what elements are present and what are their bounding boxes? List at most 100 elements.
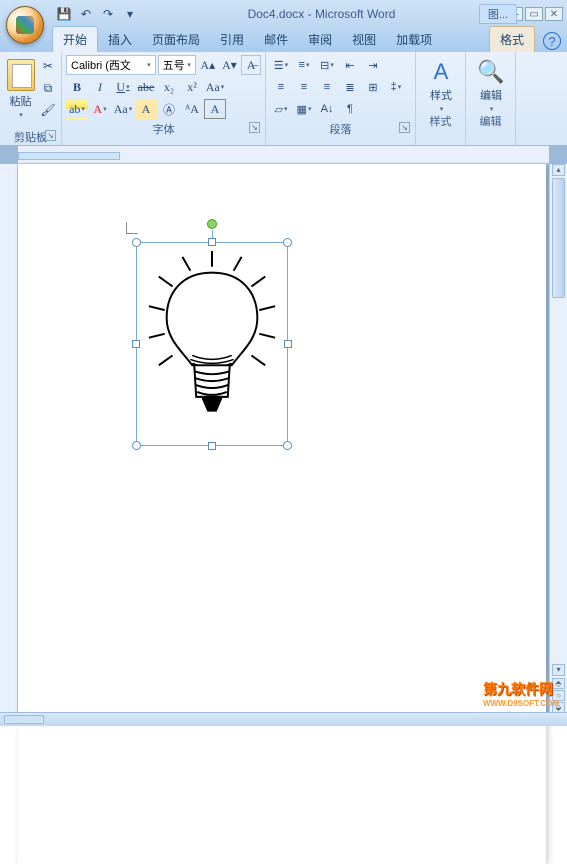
numbering-button[interactable]: ≡▾ bbox=[293, 55, 315, 75]
tab-references[interactable]: 引用 bbox=[210, 27, 254, 52]
close-button[interactable]: ✕ bbox=[545, 7, 563, 21]
resize-handle-n[interactable] bbox=[208, 238, 216, 246]
phonetic-guide-button[interactable]: ᴬA bbox=[181, 99, 203, 119]
find-icon: 🔍 bbox=[477, 59, 504, 85]
group-clipboard: 粘贴 ▾ ✂ ⧉ 🖌 剪贴板 ↘ bbox=[0, 52, 62, 145]
paste-dropdown-icon[interactable]: ▾ bbox=[19, 111, 23, 119]
office-button[interactable] bbox=[6, 6, 44, 44]
rotation-handle[interactable] bbox=[207, 219, 217, 229]
selected-image[interactable] bbox=[136, 242, 288, 446]
ribbon-tabs: 开始 插入 页面布局 引用 邮件 审阅 视图 加载项 格式 ? bbox=[0, 28, 567, 52]
clear-format-button[interactable]: A̶ bbox=[241, 55, 261, 75]
align-center-button[interactable]: ≡ bbox=[293, 77, 315, 97]
resize-handle-sw[interactable] bbox=[132, 441, 141, 450]
resize-handle-w[interactable] bbox=[132, 340, 140, 348]
tab-layout[interactable]: 页面布局 bbox=[142, 27, 210, 52]
char-shading-button[interactable]: A bbox=[135, 99, 157, 119]
grow-font-button[interactable]: A▴ bbox=[198, 55, 218, 75]
qat-more-icon[interactable]: ▾ bbox=[122, 6, 138, 22]
scroll-thumb[interactable] bbox=[552, 178, 565, 298]
prev-page-icon[interactable]: ⬘ bbox=[552, 678, 565, 689]
resize-handle-s[interactable] bbox=[208, 442, 216, 450]
status-bar bbox=[0, 712, 567, 726]
bullets-button[interactable]: ☰▾ bbox=[270, 55, 292, 75]
paste-button[interactable]: 粘贴 ▾ bbox=[4, 55, 37, 123]
change-case-button[interactable]: Aa▾ bbox=[204, 77, 226, 97]
highlight-button[interactable]: ab▾ bbox=[66, 99, 88, 119]
quick-access-toolbar: 💾 ↶ ↷ ▾ bbox=[56, 6, 138, 22]
tab-mailings[interactable]: 邮件 bbox=[254, 27, 298, 52]
align-left-button[interactable]: ≡ bbox=[270, 77, 292, 97]
shrink-font-button[interactable]: A▾ bbox=[220, 55, 240, 75]
italic-button[interactable]: I bbox=[89, 77, 111, 97]
font-name-combo[interactable]: Calibri (西文▾ bbox=[66, 55, 156, 75]
styles-button-label: 样式 bbox=[430, 87, 452, 103]
tab-format[interactable]: 格式 bbox=[489, 26, 535, 52]
tab-addins[interactable]: 加载项 bbox=[386, 27, 442, 52]
document-area: ▴ ▾ ⬘ ○ ⬙ bbox=[0, 146, 567, 712]
tab-insert[interactable]: 插入 bbox=[98, 27, 142, 52]
group-styles: A 样式 ▾ 样式 bbox=[416, 52, 466, 145]
multilevel-button[interactable]: ⊟▾ bbox=[316, 55, 338, 75]
window-title: Doc4.docx - Microsoft Word bbox=[138, 7, 505, 21]
font-launcher-icon[interactable]: ↘ bbox=[249, 122, 260, 133]
ribbon: 粘贴 ▾ ✂ ⧉ 🖌 剪贴板 ↘ Calibri (西文▾ 五号▾ bbox=[0, 52, 567, 146]
group-editing: 🔍 编辑 ▾ 编辑 bbox=[466, 52, 516, 145]
undo-icon[interactable]: ↶ bbox=[78, 6, 94, 22]
indent-dec-button[interactable]: ⇤ bbox=[339, 55, 361, 75]
paragraph-launcher-icon[interactable]: ↘ bbox=[399, 122, 410, 133]
tab-view[interactable]: 视图 bbox=[342, 27, 386, 52]
shading-button[interactable]: ▱▾ bbox=[270, 99, 292, 119]
clipboard-launcher-icon[interactable]: ↘ bbox=[45, 130, 56, 141]
format-painter-icon[interactable]: 🖌 bbox=[39, 101, 57, 119]
resize-handle-ne[interactable] bbox=[283, 238, 292, 247]
styles-button[interactable]: A 样式 ▾ bbox=[420, 55, 462, 113]
document-page[interactable] bbox=[18, 164, 546, 864]
resize-handle-nw[interactable] bbox=[132, 238, 141, 247]
font-name-value: Calibri (西文 bbox=[71, 57, 131, 73]
char-scale-button[interactable]: Aa▾ bbox=[112, 99, 134, 119]
font-size-value: 五号 bbox=[163, 57, 185, 73]
group-label-editing: 编辑 bbox=[470, 113, 511, 129]
editing-button-label: 编辑 bbox=[480, 87, 502, 103]
tab-review[interactable]: 审阅 bbox=[298, 27, 342, 52]
indent-inc-button[interactable]: ⇥ bbox=[362, 55, 384, 75]
vertical-ruler[interactable] bbox=[0, 164, 18, 712]
editing-button[interactable]: 🔍 编辑 ▾ bbox=[470, 55, 512, 113]
browse-object-icon[interactable]: ○ bbox=[552, 690, 565, 701]
resize-handle-se[interactable] bbox=[283, 441, 292, 450]
group-paragraph: ☰▾ ≡▾ ⊟▾ ⇤ ⇥ ≡ ≡ ≡ ≣ ⊞ ‡▾ ▱▾ ▦▾ A↓ ¶ bbox=[266, 52, 416, 145]
context-tab-picture: 图... bbox=[479, 4, 517, 24]
sort-button[interactable]: A↓ bbox=[316, 99, 338, 119]
distribute-button[interactable]: ⊞ bbox=[362, 77, 384, 97]
group-label-font: 字体 ↘ bbox=[66, 121, 261, 137]
cut-icon[interactable]: ✂ bbox=[39, 57, 57, 75]
underline-button[interactable]: U▾ bbox=[112, 77, 134, 97]
help-icon[interactable]: ? bbox=[543, 32, 561, 50]
copy-icon[interactable]: ⧉ bbox=[39, 79, 57, 97]
horizontal-ruler[interactable] bbox=[18, 146, 549, 164]
tab-home[interactable]: 开始 bbox=[52, 26, 98, 52]
vertical-scrollbar[interactable]: ▴ ▾ ⬘ ○ ⬙ bbox=[549, 164, 567, 712]
scroll-up-icon[interactable]: ▴ bbox=[552, 164, 565, 176]
maximize-button[interactable]: ▭ bbox=[525, 7, 543, 21]
bold-button[interactable]: B bbox=[66, 77, 88, 97]
save-icon[interactable]: 💾 bbox=[56, 6, 72, 22]
redo-icon[interactable]: ↷ bbox=[100, 6, 116, 22]
strikethrough-button[interactable]: abe bbox=[135, 77, 157, 97]
resize-handle-e[interactable] bbox=[284, 340, 292, 348]
align-justify-button[interactable]: ≣ bbox=[339, 77, 361, 97]
align-right-button[interactable]: ≡ bbox=[316, 77, 338, 97]
group-label-styles: 样式 bbox=[420, 113, 461, 129]
font-size-combo[interactable]: 五号▾ bbox=[158, 55, 196, 75]
scroll-down-icon[interactable]: ▾ bbox=[552, 664, 565, 676]
line-spacing-button[interactable]: ‡▾ bbox=[385, 77, 407, 97]
enclose-char-button[interactable]: Ⓐ bbox=[158, 99, 180, 119]
subscript-button[interactable]: x₂ bbox=[158, 77, 180, 97]
borders-button[interactable]: ▦▾ bbox=[293, 99, 315, 119]
font-color-button[interactable]: A▾ bbox=[89, 99, 111, 119]
char-border-button[interactable]: A bbox=[204, 99, 226, 119]
horizontal-scroll-thumb[interactable] bbox=[4, 715, 44, 724]
show-marks-button[interactable]: ¶ bbox=[339, 99, 361, 119]
superscript-button[interactable]: x² bbox=[181, 77, 203, 97]
